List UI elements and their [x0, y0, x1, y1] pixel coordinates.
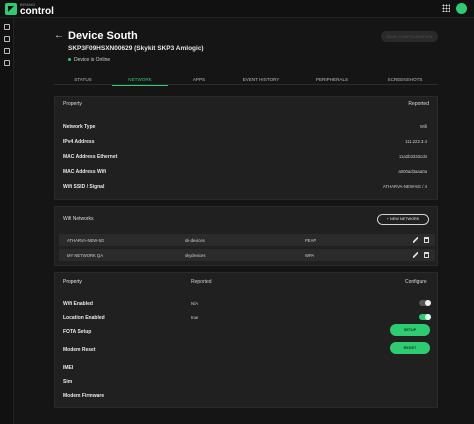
col-property: Property	[63, 100, 82, 107]
info-label: IPv4 Address	[63, 139, 95, 145]
network-ssid: ATHARVA-NEW-5G	[67, 238, 105, 243]
config-label: IMEI	[63, 365, 74, 371]
network-security: PEAP	[305, 238, 317, 243]
tab-screenshots[interactable]: SCREENSHOTS	[372, 73, 438, 85]
config-row: IMEI	[55, 361, 439, 375]
save-configuration-button[interactable]: SAVE CONFIGURATION	[381, 31, 438, 42]
wifi-networks-header: Wifi Networks + NEW NETWORK	[55, 207, 437, 231]
col-reported: Reported	[408, 100, 429, 107]
config-label: Wifi Enabled	[63, 301, 93, 307]
network-group: sk-devices	[185, 238, 205, 243]
config-label: Modem Firmware	[63, 393, 105, 399]
new-network-button[interactable]: + NEW NETWORK	[377, 213, 429, 225]
reset-button[interactable]: RESET	[390, 342, 430, 354]
page-title: Device South	[68, 30, 138, 42]
config-row: Sim	[55, 375, 439, 389]
toggle-knob	[425, 300, 431, 306]
network-security: WPA	[305, 253, 315, 258]
network-info-card: Property Reported Network Type Wifi IPv4 …	[54, 96, 438, 200]
device-subtitle: SKP3F09HSXN00629 (Skykit SKP3 Amlogic)	[68, 45, 204, 52]
status-dot-icon	[68, 58, 71, 62]
status-line: Device is Online	[68, 57, 110, 63]
document-icon[interactable]	[4, 60, 10, 66]
config-row: Wifi Enabled N/A	[55, 297, 439, 311]
wifi-enabled-toggle[interactable]	[419, 300, 431, 306]
setup-button[interactable]: SETUP	[390, 324, 430, 336]
config-reported: N/A	[191, 301, 199, 306]
col-reported: Reported	[191, 279, 212, 285]
tab-status[interactable]: STATUS	[54, 73, 112, 85]
info-value: a000ad3aaa0a	[398, 169, 427, 174]
brand-name: control	[20, 6, 54, 17]
tab-peripherals[interactable]: PERIPHERALS	[292, 73, 372, 85]
toggle-knob	[425, 314, 431, 320]
network-group: skydevices	[185, 253, 206, 258]
info-value: 111.222.3.4	[404, 139, 427, 144]
config-label: Location Enabled	[63, 315, 105, 321]
config-row: FOTA Setup SETUP	[55, 324, 439, 339]
wifi-network-row[interactable]: MY NETWORK QA skydevices WPA	[59, 249, 435, 261]
monitor-icon[interactable]	[4, 24, 10, 30]
back-arrow-icon[interactable]: ←	[54, 30, 64, 41]
wifi-networks-card: Wifi Networks + NEW NETWORK ATHARVA-NEW-…	[54, 206, 438, 266]
side-rail	[0, 18, 14, 424]
status-text: Device is Online	[74, 57, 111, 63]
tab-network[interactable]: NETWORK	[112, 73, 168, 86]
tab-apps[interactable]: APPS	[168, 73, 230, 85]
tab-event-history[interactable]: EVENT HISTORY	[230, 73, 292, 85]
top-bar: BRAND control	[0, 0, 474, 18]
trash-icon[interactable]	[424, 252, 429, 258]
edit-icon[interactable]	[413, 237, 418, 243]
config-reported: true	[191, 315, 199, 320]
location-enabled-toggle[interactable]	[419, 314, 431, 320]
trash-icon[interactable]	[424, 237, 429, 243]
info-label: MAC Address Wifi	[63, 169, 107, 175]
config-row: Location Enabled true	[55, 311, 439, 325]
info-label: MAC Address Ethernet	[63, 154, 118, 160]
config-label: FOTA Setup	[63, 329, 92, 335]
wifi-networks-title: Wifi Networks	[63, 216, 94, 222]
wifi-network-row[interactable]: ATHARVA-NEW-5G sk-devices PEAP	[59, 234, 435, 246]
folder-icon[interactable]	[4, 48, 10, 54]
info-label: Network Type	[63, 124, 96, 130]
logo-icon	[5, 3, 17, 15]
network-ssid: MY NETWORK QA	[67, 253, 103, 258]
config-card: Property Reported Configure Wifi Enabled…	[54, 272, 438, 408]
info-label: Wifi SSID / Signal	[63, 184, 105, 190]
config-row: Modem Firmware	[55, 389, 439, 403]
config-label: Sim	[63, 379, 73, 385]
dashboard-icon[interactable]	[4, 36, 10, 42]
info-value: 11a2b3333cd4	[398, 154, 427, 159]
col-property: Property	[63, 279, 82, 285]
col-configure: Configure	[405, 279, 427, 285]
edit-icon[interactable]	[413, 252, 418, 258]
app-grid-icon[interactable]	[442, 4, 450, 12]
info-value: ATHARVA-NEW-5G / 4	[382, 184, 427, 189]
config-label: Modem Reset	[63, 347, 96, 353]
config-header: Property Reported Configure	[55, 275, 439, 289]
tab-bar: STATUS NETWORK APPS EVENT HISTORY PERIPH…	[54, 73, 438, 86]
avatar[interactable]	[456, 3, 467, 14]
network-info-header: Property Reported	[55, 97, 437, 110]
config-row: Modem Reset RESET	[55, 342, 439, 357]
info-value: Wifi	[419, 124, 427, 129]
